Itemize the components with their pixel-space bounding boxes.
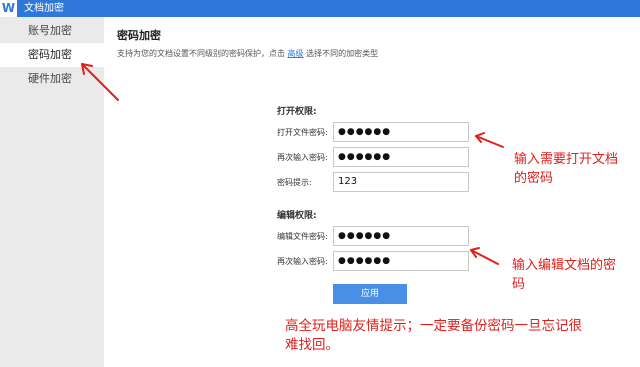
open-note-line1: 输入需要打开文档 <box>514 152 619 167</box>
open-note-line2: 的密码 <box>514 171 554 186</box>
edit-permission-label: 编辑权限: <box>277 211 317 221</box>
wps-logo-icon: W <box>0 0 17 17</box>
backup-tip-line1: 高全玩电脑友情提示；一定要备份密码一旦忘记很 <box>285 318 582 334</box>
open-password-input[interactable]: ●●●●●● <box>333 122 469 142</box>
sidebar-item-account-encryption[interactable]: 账号加密 <box>0 19 104 43</box>
open-confirm-password-input[interactable]: ●●●●●● <box>333 147 469 167</box>
apply-button[interactable]: 应用 <box>333 284 407 304</box>
arrow-to-edit-password <box>470 249 499 265</box>
edit-note-line1: 输入编辑文档的密 <box>512 258 617 273</box>
advanced-link[interactable]: 高级 <box>288 49 304 58</box>
title-bar: W 文档加密 <box>0 0 640 17</box>
password-hint-label: 密码提示: <box>277 178 312 187</box>
description-text: 支持为您的文档设置不同级别的密码保护，点击 <box>117 49 285 58</box>
open-permission-label: 打开权限: <box>277 107 317 117</box>
sidebar-item-password-encryption[interactable]: 密码加密 <box>0 43 104 67</box>
open-password-label: 打开文件密码: <box>277 128 328 137</box>
window-title: 文档加密 <box>24 3 64 14</box>
open-confirm-label: 再次输入密码: <box>277 153 328 162</box>
edit-password-label: 编辑文件密码: <box>277 232 328 241</box>
arrow-to-open-password <box>475 135 504 148</box>
edit-confirm-label: 再次输入密码: <box>277 257 328 266</box>
open-note: 输入需要打开文档 的密码 <box>514 150 618 188</box>
page-title: 密码加密 <box>117 29 161 42</box>
edit-note: 输入编辑文档的密 码 <box>512 256 616 294</box>
edit-note-line2: 码 <box>512 277 526 292</box>
backup-tip-line2: 难找回。 <box>285 337 339 353</box>
description: 支持为您的文档设置不同级别的密码保护，点击 高级 选择不同的加密类型 <box>117 48 378 59</box>
edit-confirm-password-input[interactable]: ●●●●●● <box>333 251 469 271</box>
sidebar: 账号加密 密码加密 硬件加密 <box>0 17 104 367</box>
password-hint-input[interactable]: 123 <box>333 172 469 192</box>
edit-password-input[interactable]: ●●●●●● <box>333 226 469 246</box>
description-text-suffix: 选择不同的加密类型 <box>306 49 379 58</box>
sidebar-item-hardware-encryption[interactable]: 硬件加密 <box>0 67 104 91</box>
backup-tip: 高全玩电脑友情提示；一定要备份密码一旦忘记很 难找回。 <box>285 317 582 355</box>
